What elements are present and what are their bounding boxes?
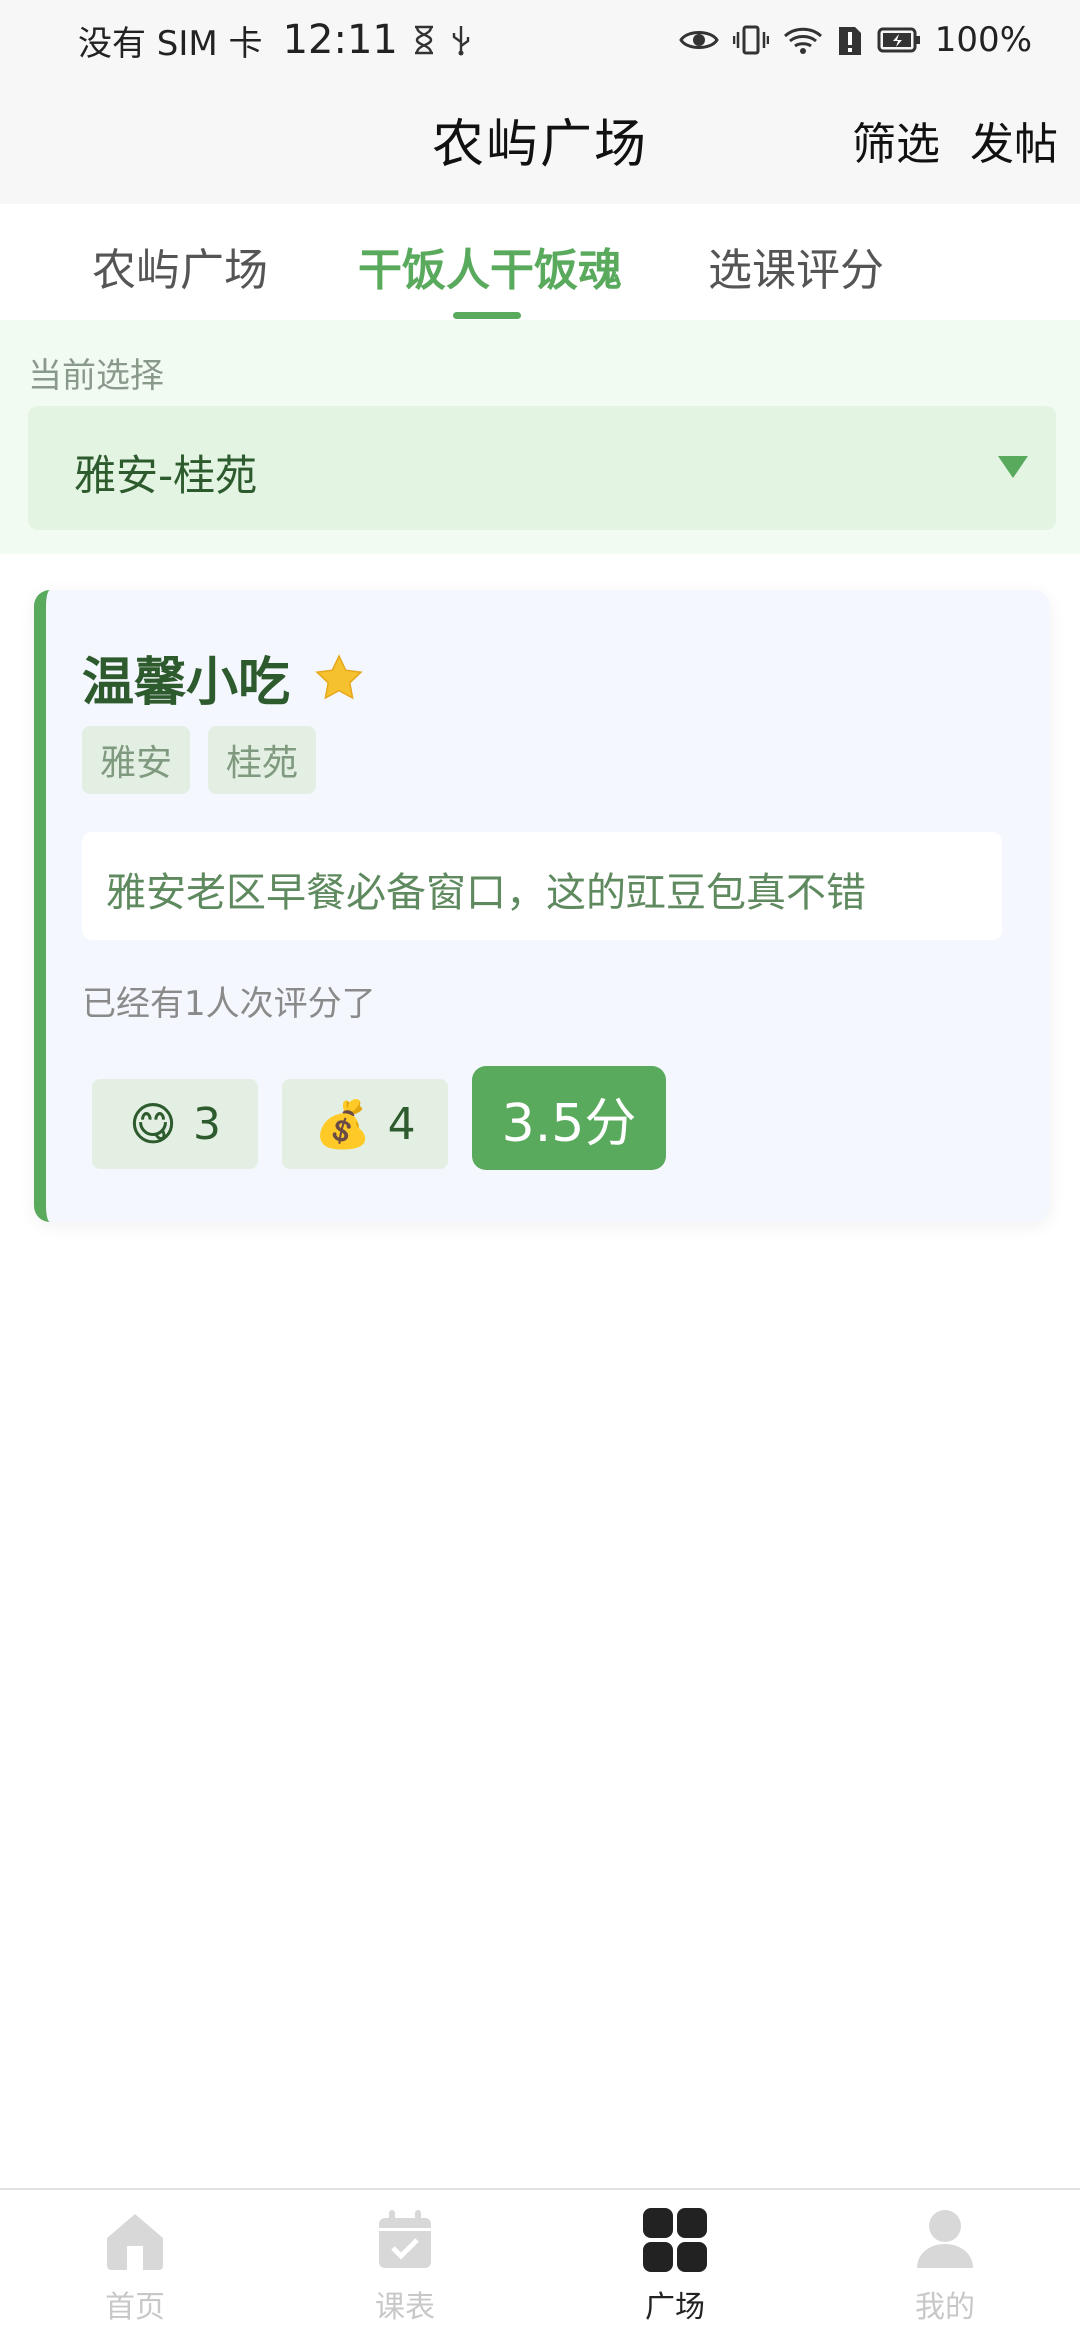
tab-ganfan[interactable]: 干饭人干饭魂 [358, 234, 622, 298]
tab-nongyu-square[interactable]: 农屿广场 [92, 234, 268, 298]
description: 雅安老区早餐必备窗口，这的豇豆包真不错 [82, 832, 1002, 940]
star-icon[interactable] [314, 653, 364, 703]
header: 农屿广场 筛选 发帖 [0, 80, 1080, 204]
restaurant-name: 温馨小吃 [82, 653, 291, 713]
tab-course-rating[interactable]: 选课评分 [708, 234, 884, 298]
usb-icon [450, 24, 472, 56]
tab-bar: 农屿广场 干饭人干饭魂 选课评分 [0, 204, 1080, 320]
taste-score: 3 [192, 1098, 221, 1150]
nav-item-schedule[interactable]: 课表 [305, 2204, 505, 2326]
wifi-icon [783, 24, 823, 56]
nav-label: 课表 [375, 2290, 435, 2325]
eye-icon [679, 27, 719, 53]
hourglass-icon [412, 25, 436, 55]
status-bar: 没有 SIM 卡 12:11 100% [0, 0, 1080, 80]
nav-label: 我的 [915, 2290, 975, 2325]
clock: 12:11 [282, 17, 398, 63]
battery-icon [877, 27, 921, 53]
money-bag-icon: 💰 [314, 1096, 372, 1151]
home-icon [107, 2214, 163, 2270]
grid-icon [643, 2208, 707, 2272]
taste-score-chip: 😋 3 [92, 1079, 258, 1169]
person-icon [917, 2210, 973, 2268]
nav-label: 首页 [105, 2290, 165, 2325]
price-score-chip: 💰 4 [282, 1079, 448, 1169]
active-tab-indicator [453, 312, 521, 319]
battery-percent: 100% [934, 20, 1032, 60]
yum-face-icon: 😋 [129, 1097, 177, 1151]
bottom-nav: 首页 课表 广场 我的 [0, 2188, 1080, 2340]
vibrate-icon [732, 24, 769, 56]
nav-label: 广场 [645, 2290, 705, 2325]
tag: 桂苑 [208, 726, 317, 794]
dropdown-arrow-icon [998, 456, 1028, 478]
dropdown-value: 雅安-桂苑 [74, 451, 258, 500]
restaurant-card[interactable]: 温馨小吃 雅安 桂苑 雅安老区早餐必备窗口，这的豇豆包真不错 已经有1人次评分了… [34, 590, 1050, 1222]
nav-item-home[interactable]: 首页 [35, 2204, 235, 2326]
nav-item-profile[interactable]: 我的 [845, 2204, 1045, 2326]
selection-label: 当前选择 [28, 356, 164, 396]
filter-button[interactable]: 筛选 [852, 108, 940, 172]
price-score: 4 [387, 1098, 416, 1150]
sim-alert-icon [837, 23, 863, 57]
post-button[interactable]: 发帖 [970, 108, 1058, 172]
rating-count: 已经有1人次评分了 [82, 984, 376, 1024]
total-score-button[interactable]: 3.5分 [472, 1066, 666, 1170]
location-dropdown[interactable]: 雅安-桂苑 [28, 406, 1056, 530]
selection-panel: 当前选择 雅安-桂苑 [0, 320, 1080, 554]
tag: 雅安 [82, 726, 191, 794]
nav-item-square[interactable]: 广场 [575, 2204, 775, 2326]
carrier-text: 没有 SIM 卡 [78, 23, 263, 64]
calendar-check-icon [379, 2210, 431, 2268]
